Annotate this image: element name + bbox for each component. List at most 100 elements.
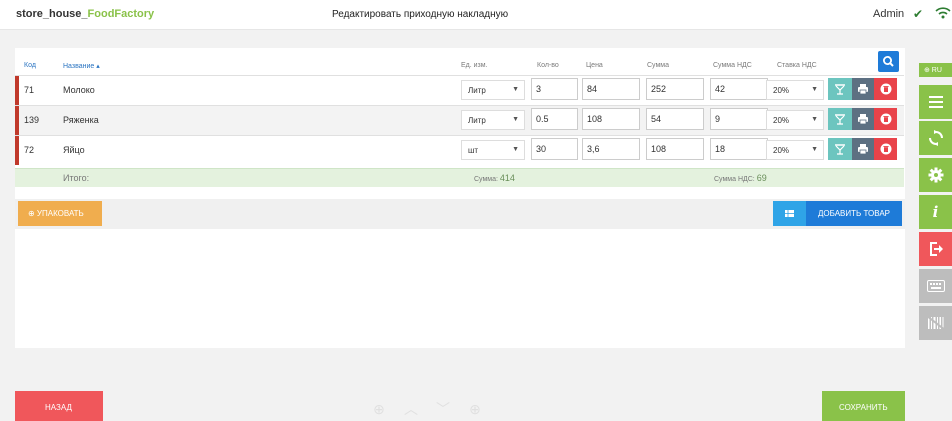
pack-button[interactable]: ⊕ УПАКОВАТЬ (18, 201, 102, 226)
row-name: Яйцо (63, 145, 85, 155)
delete-button[interactable] (874, 138, 897, 160)
table-row[interactable]: 72 Яйцо шт ▼ 30 3,6 108 18 20% ▼ (15, 135, 904, 165)
caret-down-icon: ▼ (512, 146, 519, 153)
quantity-input[interactable]: 3 (531, 78, 578, 100)
column-header-price: Цена (586, 62, 603, 69)
quantity-input[interactable]: 30 (531, 138, 578, 160)
trash-icon (880, 113, 891, 125)
column-header-name[interactable]: Название ▴ (63, 62, 100, 70)
table-row[interactable]: 139 Ряженка Литр ▼ 0.5 108 54 9 20% ▼ (15, 105, 904, 135)
table-row[interactable]: 71 Молоко Литр ▼ 3 84 252 42 20% ▼ (15, 75, 904, 105)
back-button[interactable]: НАЗАД (15, 391, 103, 421)
caret-down-icon: ▼ (512, 116, 519, 123)
unit-select[interactable]: шт ▼ (461, 140, 525, 160)
logout-button[interactable] (919, 232, 952, 266)
vat-rate-select[interactable]: 20% ▼ (766, 140, 824, 160)
scale-icon (835, 144, 845, 155)
logout-icon (929, 242, 943, 256)
row-name: Ряженка (63, 115, 99, 125)
print-button[interactable] (852, 78, 874, 100)
caret-down-icon: ▼ (811, 86, 818, 93)
totals-vat: Сумма НДС: 69 (714, 173, 767, 183)
unit-select[interactable]: Литр ▼ (461, 110, 525, 130)
scale-button[interactable] (828, 78, 852, 100)
barcode-icon (926, 316, 945, 330)
app-header: store_house_FoodFactory Редактировать пр… (0, 0, 952, 30)
add-product-button[interactable]: ДОБАВИТЬ ТОВАР (806, 201, 902, 226)
check-icon: ✔ (913, 7, 924, 21)
vat-rate-select[interactable]: 20% ▼ (766, 80, 824, 100)
menu-button[interactable] (919, 85, 952, 119)
column-header-unit: Ед. изм. (461, 62, 488, 69)
printer-icon (858, 114, 868, 125)
unit-select[interactable]: Литр ▼ (461, 80, 525, 100)
price-input[interactable]: 108 (582, 108, 640, 130)
search-icon (883, 56, 894, 67)
row-marker (15, 136, 19, 165)
column-header-code[interactable]: Код (24, 62, 36, 69)
user-name[interactable]: Admin (873, 8, 904, 20)
print-button[interactable] (852, 108, 874, 130)
last-page-icon[interactable]: ⊕ (461, 397, 489, 421)
chevron-up-icon[interactable]: ︿ (397, 397, 425, 421)
totals-label: Итого: (63, 173, 90, 183)
column-header-vat-sum: Сумма НДС (713, 62, 752, 69)
vat-sum-input[interactable]: 42 (710, 78, 768, 100)
wifi-icon (935, 7, 951, 19)
barcode-list-icon (785, 210, 794, 217)
info-icon: i (932, 203, 939, 221)
sync-button[interactable] (919, 121, 952, 155)
info-button[interactable]: i (919, 195, 952, 229)
row-code: 72 (24, 145, 35, 155)
gear-icon (928, 167, 943, 183)
vat-sum-input[interactable]: 18 (710, 138, 768, 160)
page-title: Редактировать приходную накладную (332, 9, 509, 20)
scale-button[interactable] (828, 138, 852, 160)
search-button[interactable] (878, 51, 899, 72)
column-header-sum: Сумма (647, 62, 669, 69)
column-header-vat-rate: Ставка НДС (777, 62, 817, 69)
action-toolbar (15, 199, 905, 229)
price-input[interactable]: 84 (582, 78, 640, 100)
vat-sum-input[interactable]: 9 (710, 108, 768, 130)
caret-down-icon: ▼ (512, 86, 519, 93)
row-code: 139 (24, 115, 40, 125)
row-marker (15, 76, 19, 105)
barcode-button[interactable] (919, 306, 952, 340)
settings-button[interactable] (919, 158, 952, 192)
add-product-icon-button[interactable] (773, 201, 806, 226)
quantity-input[interactable]: 0.5 (531, 108, 578, 130)
row-marker (15, 106, 19, 135)
scale-icon (835, 114, 845, 125)
brand-logo: store_house_FoodFactory (16, 8, 155, 20)
caret-down-icon: ▼ (811, 146, 818, 153)
language-switch[interactable]: ⊕ RU (919, 63, 952, 77)
row-code: 71 (24, 85, 35, 95)
menu-icon (928, 96, 943, 108)
chevron-down-icon[interactable]: ﹀ (429, 397, 457, 421)
caret-down-icon: ▼ (811, 116, 818, 123)
sum-input[interactable]: 108 (646, 138, 704, 160)
vat-rate-select[interactable]: 20% ▼ (766, 110, 824, 130)
row-name: Молоко (63, 85, 95, 95)
sum-input[interactable]: 252 (646, 78, 704, 100)
scale-icon (835, 84, 845, 95)
first-page-icon[interactable]: ⊕ (365, 397, 393, 421)
trash-icon (880, 83, 891, 95)
trash-icon (880, 143, 891, 155)
keyboard-icon (926, 280, 945, 292)
totals-row: Итого: Сумма: 414 Сумма НДС: 69 (15, 168, 904, 187)
price-input[interactable]: 3,6 (582, 138, 640, 160)
delete-button[interactable] (874, 108, 897, 130)
sum-input[interactable]: 54 (646, 108, 704, 130)
column-header-qty: Кол-во (537, 62, 559, 69)
sync-icon (928, 130, 943, 146)
printer-icon (858, 144, 868, 155)
print-button[interactable] (852, 138, 874, 160)
totals-sum: Сумма: 414 (474, 173, 515, 183)
printer-icon (858, 84, 868, 95)
delete-button[interactable] (874, 78, 897, 100)
keyboard-button[interactable] (919, 269, 952, 303)
save-button[interactable]: СОХРАНИТЬ (822, 391, 905, 421)
scale-button[interactable] (828, 108, 852, 130)
